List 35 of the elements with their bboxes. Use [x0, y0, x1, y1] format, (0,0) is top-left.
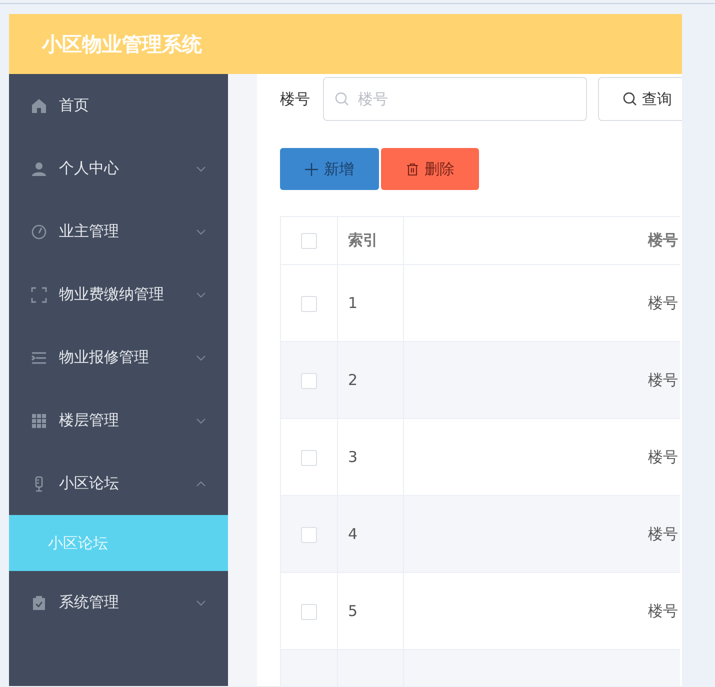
menu-item[interactable]: 小区论坛	[9, 452, 228, 515]
menu-item[interactable]: 物业报修管理	[9, 326, 228, 389]
column-header[interactable]: 楼号	[404, 216, 680, 264]
menu-icon	[31, 160, 47, 176]
search-field[interactable]: 楼号	[323, 77, 587, 121]
menu-icon	[31, 594, 47, 610]
menu-item[interactable]: 系统管理	[9, 571, 228, 634]
menu-item[interactable]: 首页	[9, 74, 228, 137]
table-cell: 2	[338, 342, 404, 418]
checkbox[interactable]	[301, 604, 317, 620]
checkbox[interactable]	[301, 450, 317, 466]
menu-icon	[31, 98, 47, 114]
checkbox[interactable]	[301, 372, 317, 389]
checkbox[interactable]	[301, 296, 317, 312]
delete-button[interactable]: 删除	[381, 148, 479, 190]
app-title: 小区物业管理系统	[42, 30, 202, 58]
checkbox[interactable]	[301, 233, 317, 250]
menu-item[interactable]: 个人中心	[9, 137, 228, 200]
menu-item[interactable]: 业主管理	[9, 200, 228, 263]
menu-item[interactable]: 物业费缴纳管理	[9, 263, 228, 326]
search-button[interactable]: 查询	[598, 77, 682, 121]
search-icon	[623, 92, 637, 106]
table-cell: 4	[338, 496, 404, 572]
field-label: 楼号	[280, 90, 311, 108]
menu-icon	[31, 224, 47, 240]
plus-icon	[305, 162, 318, 176]
trash-icon	[406, 162, 418, 176]
table-cell: 楼号	[404, 496, 680, 572]
column-header[interactable]: 索引	[338, 216, 404, 264]
menu-icon	[31, 350, 47, 366]
table-cell: 楼号	[404, 342, 680, 418]
menu-icon	[31, 412, 47, 428]
menu-item[interactable]: 楼层管理	[9, 389, 228, 452]
checkbox[interactable]	[301, 526, 317, 543]
menu-icon	[31, 286, 47, 302]
